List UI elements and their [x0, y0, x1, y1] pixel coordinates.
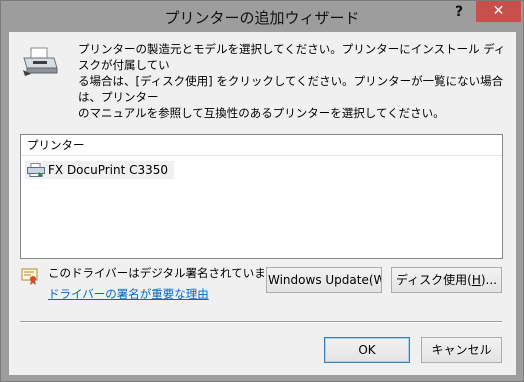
signature-info-link[interactable]: ドライバーの署名が重要な理由	[48, 286, 209, 302]
printer-icon	[23, 47, 58, 76]
signature-status-text: このドライバーはデジタル署名されています。	[48, 266, 288, 280]
instructions-line: プリンターの製造元とモデルを選択してください。プリンターにインストール ディスク…	[78, 42, 506, 72]
have-disk-label-suffix: )...	[480, 273, 497, 287]
printer-list-item-label: FX DocuPrint C3350	[48, 163, 169, 177]
have-disk-label-prefix: ディスク使用(	[396, 273, 472, 287]
instructions-line: る場合は、[ディスク使用] をクリックしてください。プリンターが一覧にない場合は…	[78, 74, 504, 104]
windows-update-button[interactable]: Windows Update(W	[266, 267, 382, 293]
printer-listbox[interactable]: プリンター FX DocuPrint C3350	[20, 134, 503, 259]
instructions-line: のマニュアルを参照して互換性のあるプリンターを選択してください。	[78, 106, 445, 120]
printer-list-header: プリンター	[21, 135, 502, 156]
certificate-icon	[21, 268, 38, 285]
ok-button[interactable]: OK	[324, 337, 410, 363]
cancel-button[interactable]: キャンセル	[421, 337, 502, 363]
separator	[20, 321, 502, 323]
title-bar[interactable]: プリンターの追加ウィザード ? ✕	[1, 1, 523, 32]
have-disk-button[interactable]: ディスク使用(H)...	[391, 267, 502, 293]
printer-list-item[interactable]: FX DocuPrint C3350	[25, 161, 175, 179]
dialog-body: プリンターの製造元とモデルを選択してください。プリンターにインストール ディスク…	[9, 32, 516, 375]
printer-small-icon	[27, 163, 45, 177]
have-disk-accelerator: H	[471, 273, 481, 287]
close-button[interactable]: ✕	[476, 1, 521, 22]
add-printer-wizard-window: プリンターの追加ウィザード ? ✕ プリンターの製造元とモデルを選択してください…	[0, 0, 524, 382]
instructions-text: プリンターの製造元とモデルを選択してください。プリンターにインストール ディスク…	[78, 41, 510, 121]
help-button[interactable]: ?	[444, 1, 474, 23]
